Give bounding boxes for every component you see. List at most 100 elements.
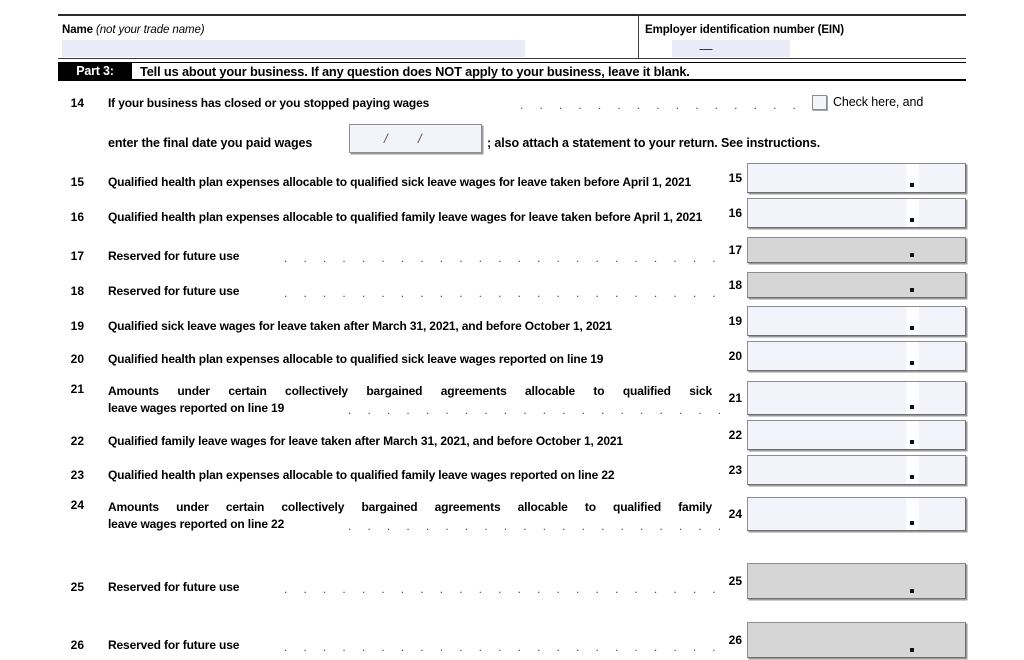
- decimal-point-marker: [910, 361, 914, 365]
- line-15-label: Qualified health plan expenses allocable…: [108, 175, 692, 189]
- line-18-box-number: 18: [728, 278, 742, 292]
- line-17-number: 17: [70, 249, 84, 263]
- line-18-label: Reserved for future use: [108, 284, 240, 298]
- line-21-box-number: 21: [728, 391, 742, 405]
- decimal-point-marker: [910, 218, 914, 222]
- decimal-gutter: [906, 199, 919, 227]
- decimal-gutter: [906, 498, 919, 530]
- line-14-label: If your business has closed or you stopp…: [108, 96, 430, 110]
- line-24-leader: . . . . . . . . . . . . . . . . . . . . …: [348, 520, 720, 532]
- line-16-box-number: 16: [728, 206, 742, 220]
- line-16-amount-input[interactable]: [747, 198, 966, 228]
- line-20-box-number: 20: [728, 349, 742, 363]
- line-22-label: Qualified family leave wages for leave t…: [108, 434, 623, 448]
- header-top-rule: [58, 14, 966, 16]
- line-14-tail-label: ; also attach a statement to your return…: [487, 136, 821, 150]
- ein-input[interactable]: [672, 40, 790, 57]
- header-column-divider: [638, 14, 639, 58]
- ein-separator: —: [699, 41, 713, 56]
- line-21-amount-input[interactable]: [747, 381, 966, 415]
- decimal-gutter: [906, 456, 919, 484]
- line-15-amount-input[interactable]: [747, 163, 966, 193]
- line-19-box-number: 19: [728, 314, 742, 328]
- line-15-number: 15: [70, 175, 84, 189]
- line-24-label-line2: leave wages reported on line 22: [108, 517, 285, 531]
- line-25-reserved-box: [747, 563, 966, 599]
- name-field-label: Name (not your trade name): [62, 24, 205, 36]
- line-22-box-number: 22: [728, 428, 742, 442]
- decimal-gutter: [906, 164, 919, 192]
- name-input[interactable]: [62, 40, 525, 57]
- line-23-box-number: 23: [728, 463, 742, 477]
- line-18-reserved-box: [747, 272, 966, 298]
- line-17-reserved-box: [747, 237, 966, 263]
- line-19-label: Qualified sick leave wages for leave tak…: [108, 319, 612, 333]
- header-bottom-rule: [58, 58, 966, 59]
- decimal-point-marker: [910, 183, 914, 187]
- name-label-italic: (not your trade name): [96, 24, 205, 36]
- decimal-point-marker: [910, 253, 914, 257]
- line-14-continuation-label: enter the final date you paid wages: [108, 136, 313, 150]
- name-label-bold: Name: [62, 24, 93, 36]
- final-date-paid-wages-input[interactable]: [349, 124, 482, 153]
- date-separator-2: /: [418, 131, 422, 146]
- line-17-leader: . . . . . . . . . . . . . . . . . . . . …: [284, 252, 720, 264]
- line-19-amount-input[interactable]: [747, 306, 966, 336]
- decimal-gutter: [906, 421, 919, 449]
- line-23-number: 23: [70, 468, 84, 482]
- line-26-reserved-box: [747, 622, 966, 658]
- decimal-point-marker: [910, 440, 914, 444]
- decimal-point-marker: [910, 405, 914, 409]
- line-14-number: 14: [70, 96, 84, 110]
- decimal-gutter: [906, 382, 919, 414]
- decimal-point-marker: [910, 521, 914, 525]
- decimal-gutter: [906, 307, 919, 335]
- line-25-number: 25: [70, 580, 84, 594]
- form-941-part3-page: Name (not your trade name) Employer iden…: [0, 0, 1024, 660]
- line-21-label-line1: Amounts under certain collectively barga…: [108, 384, 712, 398]
- line-25-leader: . . . . . . . . . . . . . . . . . . . . …: [284, 583, 720, 595]
- decimal-gutter: [906, 342, 919, 370]
- line-26-box-number: 26: [728, 633, 742, 647]
- line-26-leader: . . . . . . . . . . . . . . . . . . . . …: [284, 641, 720, 653]
- business-closed-checkbox[interactable]: [812, 95, 827, 110]
- line-24-box-number: 24: [728, 507, 742, 521]
- line-20-label: Qualified health plan expenses allocable…: [108, 352, 604, 366]
- decimal-point-marker: [910, 475, 914, 479]
- part3-banner: Part 3: Tell us about your business. If …: [58, 62, 966, 81]
- line-18-leader: . . . . . . . . . . . . . . . . . . . . …: [284, 287, 720, 299]
- ein-field-label: Employer identification number (EIN): [645, 24, 844, 36]
- line-21-leader: . . . . . . . . . . . . . . . . . . . . …: [348, 404, 720, 416]
- line-22-amount-input[interactable]: [747, 420, 966, 450]
- line-23-label: Qualified health plan expenses allocable…: [108, 468, 615, 482]
- line-14-checkbox-label: Check here, and: [833, 95, 924, 109]
- line-24-label-line1: Amounts under certain collectively barga…: [108, 500, 712, 514]
- line-20-amount-input[interactable]: [747, 341, 966, 371]
- part3-tag: Part 3:: [58, 63, 132, 80]
- line-18-number: 18: [70, 284, 84, 298]
- date-separator-1: /: [384, 131, 388, 146]
- line-21-label-line2: leave wages reported on line 19: [108, 401, 285, 415]
- line-26-label: Reserved for future use: [108, 638, 240, 652]
- line-21-number: 21: [70, 382, 84, 396]
- line-22-number: 22: [70, 434, 84, 448]
- decimal-point-marker: [910, 288, 914, 292]
- line-26-number: 26: [70, 638, 84, 652]
- line-24-number: 24: [70, 498, 84, 512]
- line-25-label: Reserved for future use: [108, 580, 240, 594]
- line-24-amount-input[interactable]: [747, 497, 966, 531]
- line-19-number: 19: [70, 319, 84, 333]
- decimal-point-marker: [910, 648, 914, 652]
- line-14-leader: . . . . . . . . . . . . . . . . . . . . …: [520, 99, 810, 111]
- part3-title: Tell us about your business. If any ques…: [140, 64, 690, 79]
- line-17-box-number: 17: [728, 243, 742, 257]
- decimal-point-marker: [910, 326, 914, 330]
- line-16-label: Qualified health plan expenses allocable…: [108, 210, 703, 224]
- line-25-box-number: 25: [728, 574, 742, 588]
- line-15-box-number: 15: [728, 171, 742, 185]
- line-16-number: 16: [70, 210, 84, 224]
- line-23-amount-input[interactable]: [747, 455, 966, 485]
- line-20-number: 20: [70, 352, 84, 366]
- decimal-point-marker: [910, 589, 914, 593]
- line-17-label: Reserved for future use: [108, 249, 240, 263]
